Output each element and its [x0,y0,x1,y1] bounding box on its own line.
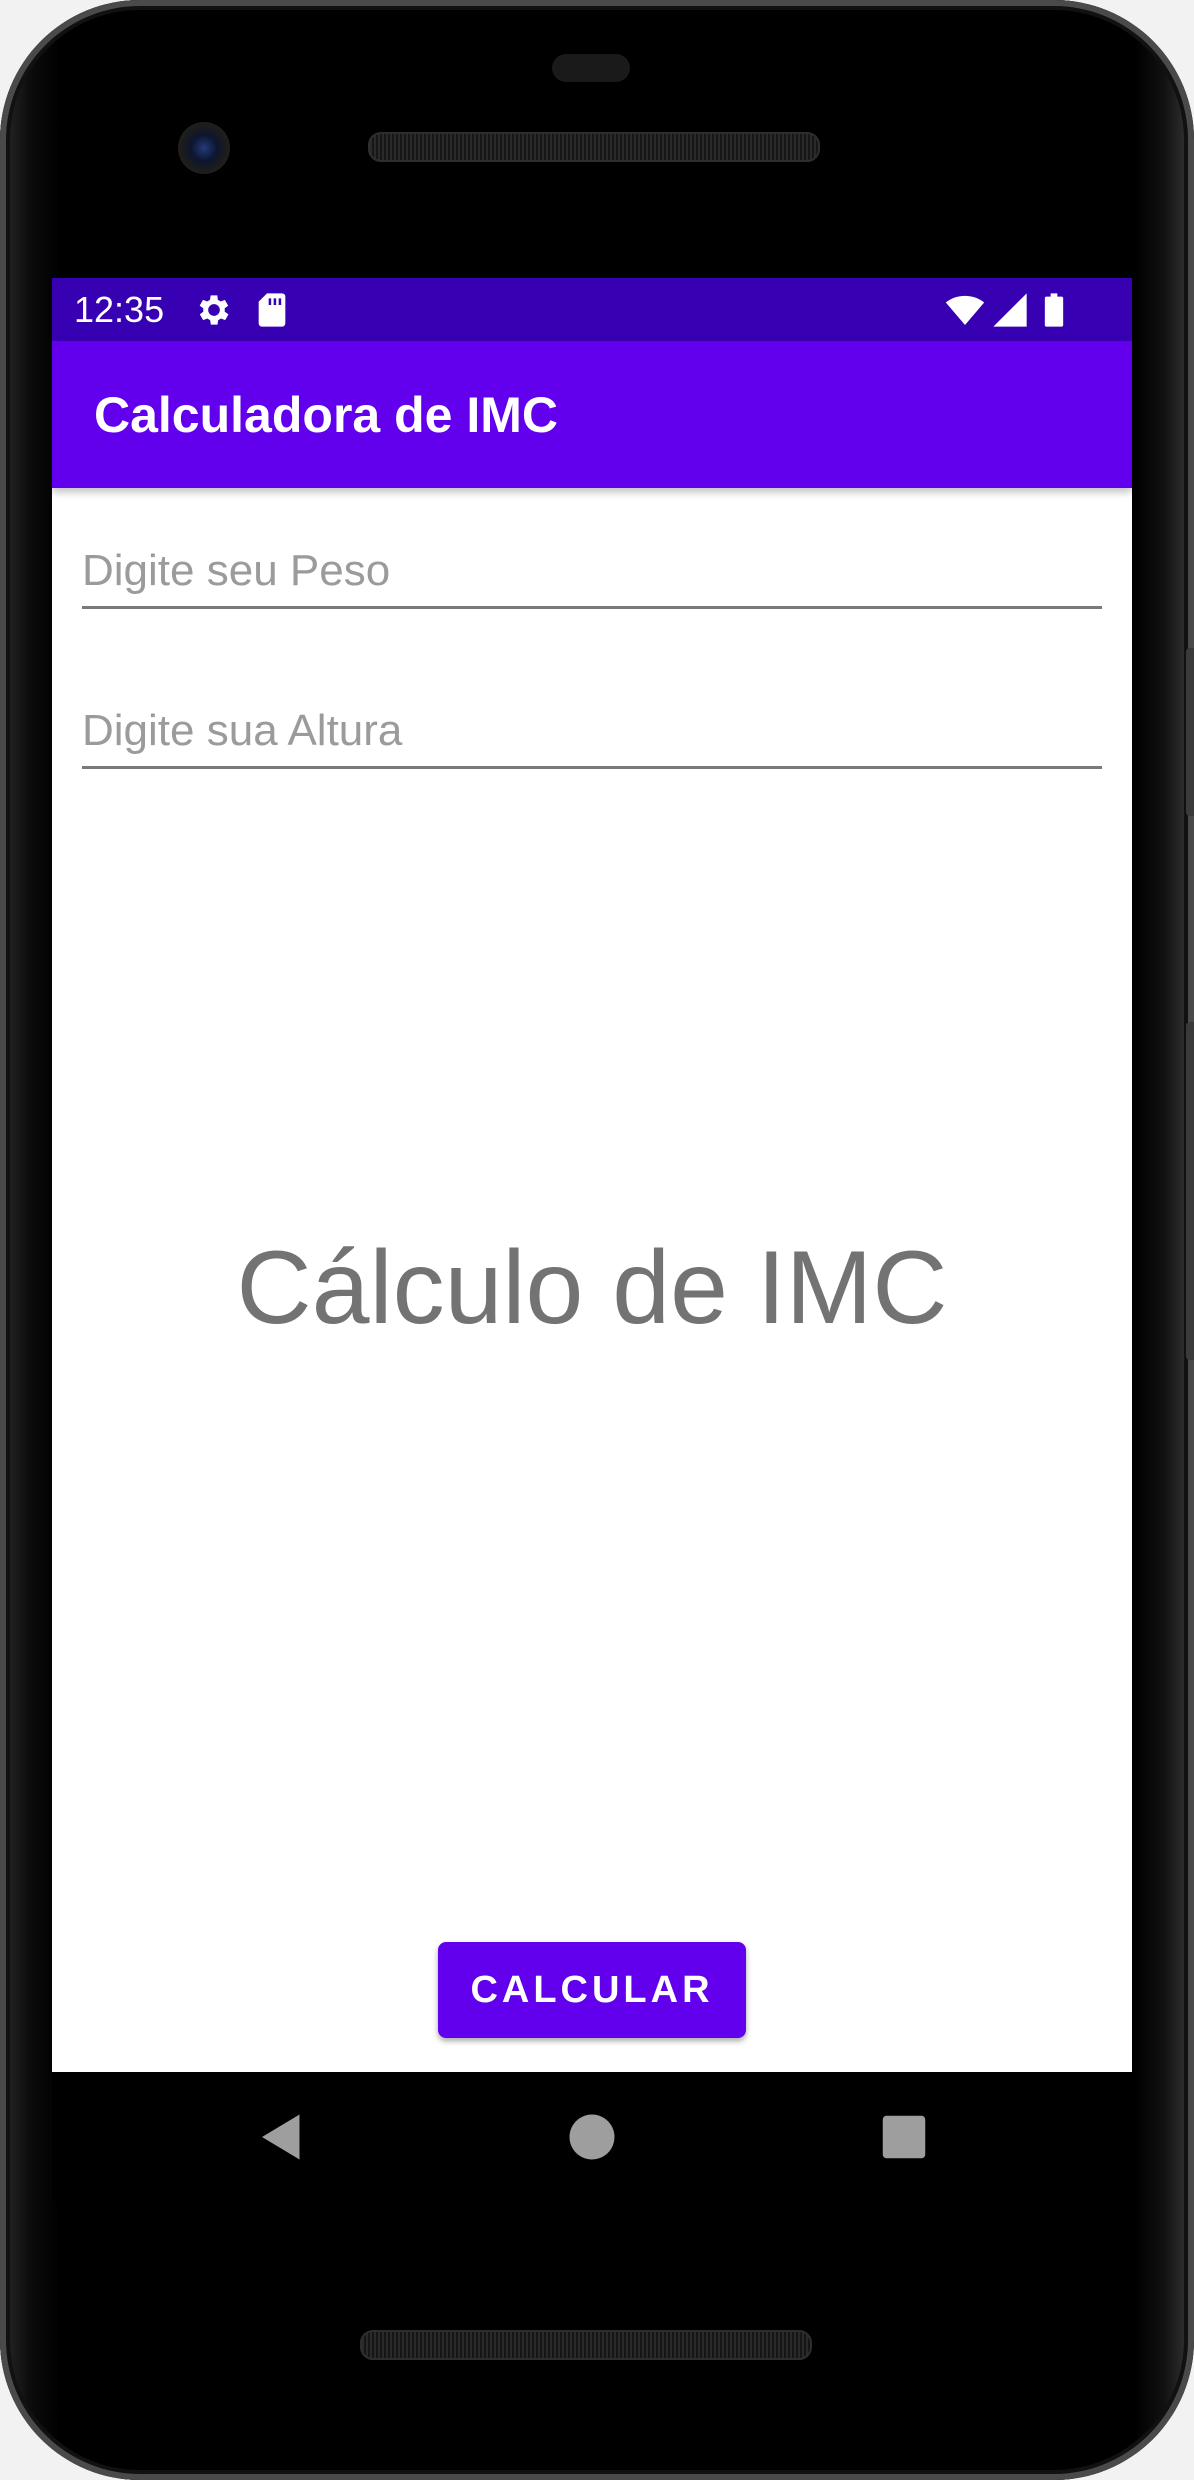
proximity-sensor [552,54,630,82]
recents-icon[interactable] [874,2107,934,2167]
navigation-bar [52,2072,1132,2202]
altura-input[interactable] [82,706,1102,756]
volume-rocker [1186,1022,1194,1360]
sd-card-icon [258,293,286,327]
signal-icon [993,293,1027,327]
peso-input[interactable] [82,546,1102,596]
gear-icon [199,295,229,325]
wifi-icon [945,295,985,325]
home-icon[interactable] [562,2107,622,2167]
battery-icon [1044,293,1064,327]
status-bar: 12:35 [52,278,1132,341]
front-camera-icon [178,122,230,174]
result-text: Cálculo de IMC [236,1230,948,1346]
back-icon[interactable] [252,2107,312,2167]
app-bar: Calculadora de IMC [52,341,1132,488]
app-title: Calculadora de IMC [94,387,558,443]
bottom-speaker-grille [360,2330,812,2360]
top-speaker-grille [368,132,820,162]
app-screen: 12:35 Calculadora de IMC Digite seu Peso… [52,278,1132,2072]
calcular-button[interactable]: CALCULAR [438,1942,746,2038]
peso-field[interactable] [82,522,1102,609]
altura-field[interactable] [82,682,1102,769]
power-button [1186,648,1194,816]
phone-frame: 12:35 Calculadora de IMC Digite seu Peso… [0,0,1194,2480]
status-time: 12:35 [74,289,165,330]
